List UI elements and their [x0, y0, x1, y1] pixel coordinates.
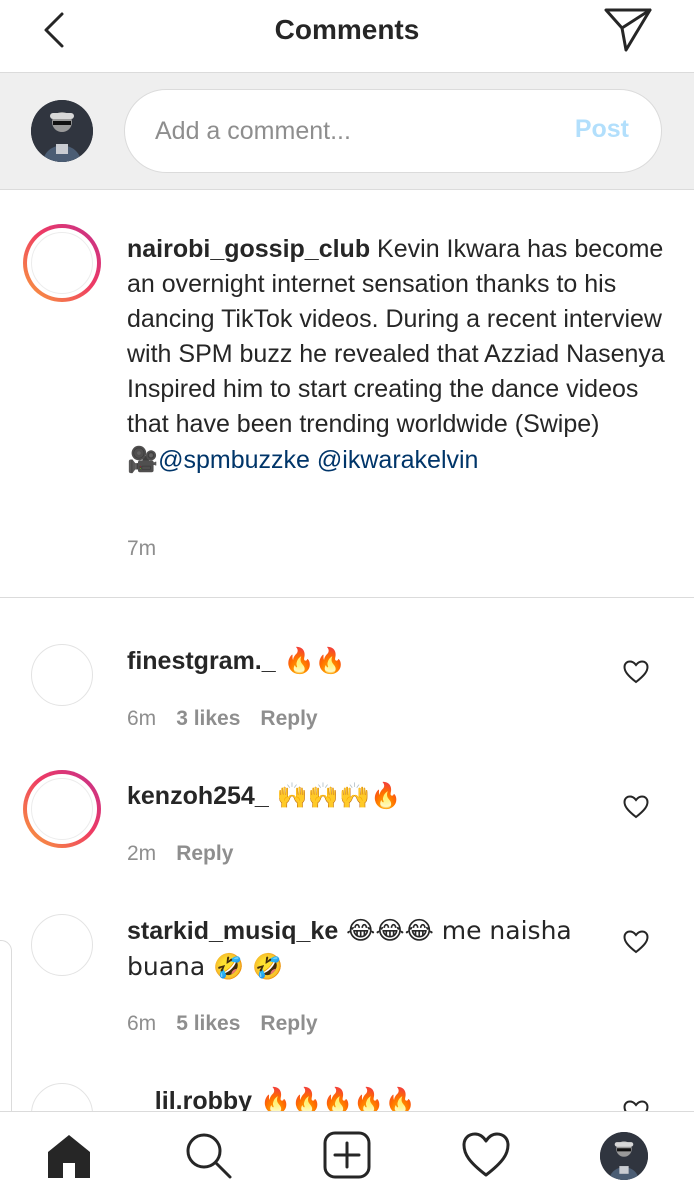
camera-emoji: 🎥	[127, 445, 159, 474]
comment-item: starkid_musiq_ke 😂😂😂 me naisha buana 🤣 🤣…	[0, 885, 694, 1070]
caption-username[interactable]: nairobi_gossip_club	[127, 235, 370, 263]
post-button[interactable]: Post	[575, 115, 629, 144]
page-title: Comments	[274, 14, 420, 45]
likes-count[interactable]: 5 likes	[176, 1012, 240, 1035]
search-icon	[186, 1133, 232, 1179]
comment-field[interactable]: Post	[124, 89, 662, 173]
comment-body: 🙌🙌🙌🔥	[268, 781, 402, 810]
comment-meta: 6m 5 likes Reply	[127, 1012, 338, 1036]
comment-text: finestgram._ 🔥🔥	[127, 643, 597, 679]
comment-input[interactable]	[155, 90, 555, 172]
paper-plane-icon	[604, 8, 652, 52]
comment-time: 6m	[127, 1012, 157, 1035]
side-panel-edge	[0, 940, 12, 1140]
add-icon	[323, 1131, 371, 1179]
caption-text: nairobi_gossip_club Kevin Ikwara has bec…	[127, 232, 667, 478]
caption-body: Kevin Ikwara has become an overnight int…	[127, 235, 665, 438]
comment-username[interactable]: kenzoh254_	[127, 782, 269, 810]
avatar[interactable]	[23, 224, 101, 302]
caption-time: 7m	[127, 537, 157, 560]
avatar[interactable]	[31, 1083, 93, 1111]
post-caption: nairobi_gossip_club Kevin Ikwara has bec…	[0, 190, 694, 598]
nav-activity[interactable]	[461, 1130, 511, 1180]
mention-link[interactable]: @spmbuzzke	[158, 446, 310, 474]
heart-icon[interactable]	[623, 930, 649, 954]
nav-search[interactable]	[183, 1130, 233, 1180]
heart-icon[interactable]	[623, 1100, 649, 1111]
reply-button[interactable]: Reply	[176, 842, 233, 865]
avatar	[31, 100, 93, 162]
avatar[interactable]	[23, 770, 101, 848]
reply-button[interactable]: Reply	[260, 707, 317, 730]
comment-text: starkid_musiq_ke 😂😂😂 me naisha buana 🤣 🤣	[127, 913, 597, 985]
avatar-image	[31, 100, 93, 162]
comment-meta: 6m 3 likes Reply	[127, 707, 338, 731]
heart-icon[interactable]	[623, 660, 649, 684]
heart-icon[interactable]	[623, 795, 649, 819]
compose-bar: Post	[0, 72, 694, 190]
share-button[interactable]	[602, 6, 654, 54]
home-icon	[48, 1135, 90, 1178]
comment-username[interactable]: __lil.robby	[127, 1087, 252, 1111]
comment-username[interactable]: finestgram._	[127, 647, 276, 675]
comment-username[interactable]: starkid_musiq_ke	[127, 917, 338, 945]
nav-add[interactable]	[322, 1130, 372, 1180]
mention-link[interactable]: @ikwarakelvin	[317, 446, 479, 474]
comment-item: kenzoh254_ 🙌🙌🙌🔥 2m Reply	[0, 750, 694, 885]
comment-item: __lil.robby 🔥🔥🔥🔥🔥	[0, 1070, 694, 1111]
avatar[interactable]	[31, 914, 93, 976]
comment-time: 6m	[127, 707, 157, 730]
comments-screen: Comments Post	[0, 0, 694, 1189]
comment-item: finestgram._ 🔥🔥 6m 3 likes Reply	[0, 600, 694, 750]
comment-body: 🔥🔥🔥🔥🔥	[252, 1086, 416, 1111]
bottom-nav	[0, 1111, 694, 1189]
nav-profile-avatar[interactable]	[600, 1132, 648, 1180]
comment-time: 2m	[127, 842, 157, 865]
heart-icon	[462, 1132, 510, 1177]
comment-text: __lil.robby 🔥🔥🔥🔥🔥	[127, 1083, 597, 1111]
comment-text: kenzoh254_ 🙌🙌🙌🔥	[127, 778, 597, 814]
avatar-image	[600, 1132, 648, 1180]
likes-count[interactable]: 3 likes	[176, 707, 240, 730]
reply-button[interactable]: Reply	[260, 1012, 317, 1035]
avatar[interactable]	[31, 644, 93, 706]
comment-meta: 2m Reply	[127, 842, 253, 866]
comment-body: 🔥🔥	[275, 646, 346, 675]
nav-home[interactable]	[44, 1130, 94, 1180]
header: Comments	[0, 0, 694, 72]
